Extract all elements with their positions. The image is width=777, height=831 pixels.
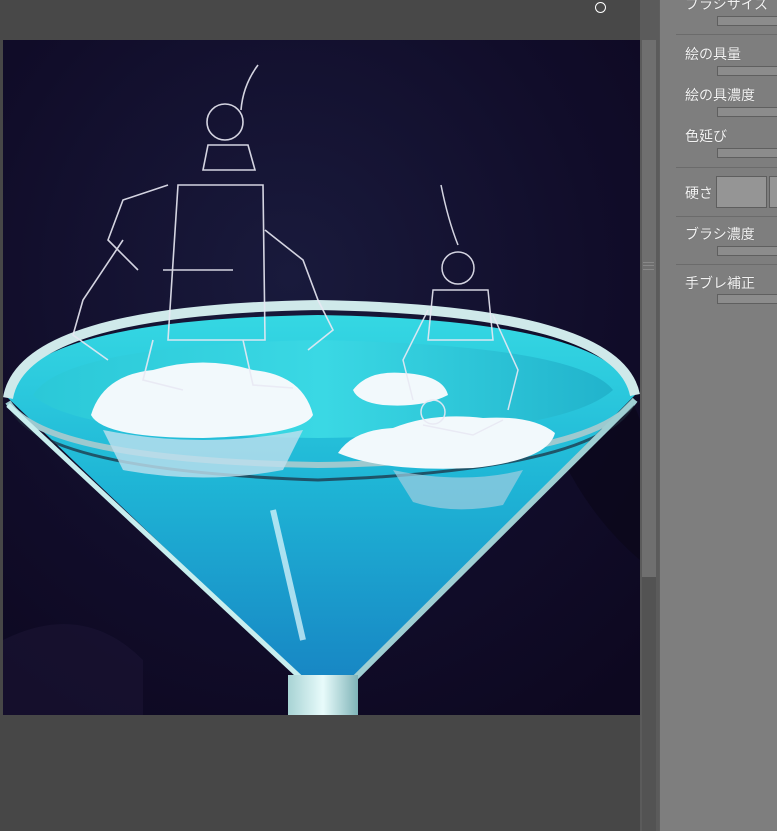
- artwork-canvas[interactable]: [3, 40, 640, 715]
- stabilization-slider[interactable]: [717, 294, 777, 304]
- tool-property-panel: ブラシサイズ 絵の具量 絵の具濃度 色延び 硬さ ブラシ濃度 手ブレ補正: [659, 0, 777, 831]
- paint-amount-slider[interactable]: [717, 66, 777, 76]
- divider: [676, 216, 777, 217]
- scrollbar-thumb[interactable]: [642, 40, 656, 577]
- divider: [676, 34, 777, 35]
- brush-density-label: ブラシ濃度: [685, 227, 755, 243]
- glass-stem: [288, 675, 358, 715]
- stabilization-label: 手ブレ補正: [685, 276, 755, 292]
- color-stretch-label: 色延び: [685, 129, 727, 145]
- brush-size-label: ブラシサイズ: [685, 0, 769, 13]
- brush-cursor-circle-icon: [595, 2, 606, 13]
- paint-density-slider[interactable]: [717, 107, 777, 117]
- brush-density-slider[interactable]: [717, 246, 777, 256]
- hardness-option-2[interactable]: [769, 176, 777, 208]
- divider: [676, 264, 777, 265]
- canvas-top-area: [0, 0, 640, 40]
- splitter-grip-icon[interactable]: [643, 262, 654, 270]
- hardness-option-1[interactable]: [716, 176, 767, 208]
- hardness-label: 硬さ: [685, 186, 713, 202]
- divider: [676, 167, 777, 168]
- paint-amount-label: 絵の具量: [685, 47, 741, 63]
- scrollbar-lower-track[interactable]: [642, 577, 656, 831]
- color-stretch-slider[interactable]: [717, 148, 777, 158]
- canvas-workspace[interactable]: [0, 0, 640, 831]
- brush-size-slider[interactable]: [717, 16, 777, 26]
- canvas-bottom-area: [0, 715, 640, 831]
- paint-density-label: 絵の具濃度: [685, 88, 755, 104]
